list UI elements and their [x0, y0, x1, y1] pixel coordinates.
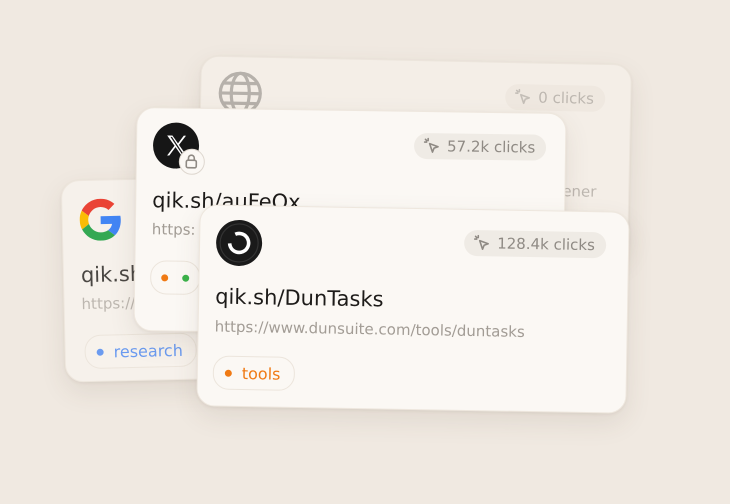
tag-label: tools — [241, 363, 281, 384]
long-url: https:// — [81, 293, 136, 314]
long-url: https: — [151, 220, 196, 239]
clicks-badge: 57.2k clicks — [413, 132, 547, 161]
dun-logo-icon — [215, 219, 263, 267]
tag-dots[interactable] — [149, 260, 201, 295]
clicks-count: 57.2k clicks — [446, 137, 536, 157]
tag-label: research — [113, 340, 184, 361]
long-url: https://www.dunsuite.com/tools/duntasks — [214, 317, 525, 341]
tag-color-dot — [161, 273, 169, 281]
link-card-duntasks[interactable]: 128.4k clicks qik.sh/DunTasks https://ww… — [196, 204, 630, 414]
cursor-click-icon — [423, 137, 439, 153]
tag-research[interactable]: research — [84, 332, 198, 370]
tag-tools[interactable]: tools — [212, 355, 295, 391]
google-icon — [79, 198, 122, 245]
lock-icon — [178, 148, 206, 175]
short-url[interactable]: qik.sh/DunTasks — [215, 285, 384, 312]
clicks-badge: 0 clicks — [504, 83, 606, 112]
tag-color-dot — [96, 348, 104, 356]
cursor-click-icon — [515, 88, 531, 105]
cursor-click-icon — [473, 234, 489, 251]
clicks-count: 128.4k clicks — [496, 234, 596, 255]
clicks-count: 0 clicks — [538, 88, 595, 108]
long-url-partial: ener — [562, 182, 597, 201]
clicks-badge: 128.4k clicks — [463, 229, 607, 259]
tag-color-dot — [182, 274, 190, 282]
tag-color-dot — [224, 369, 232, 377]
